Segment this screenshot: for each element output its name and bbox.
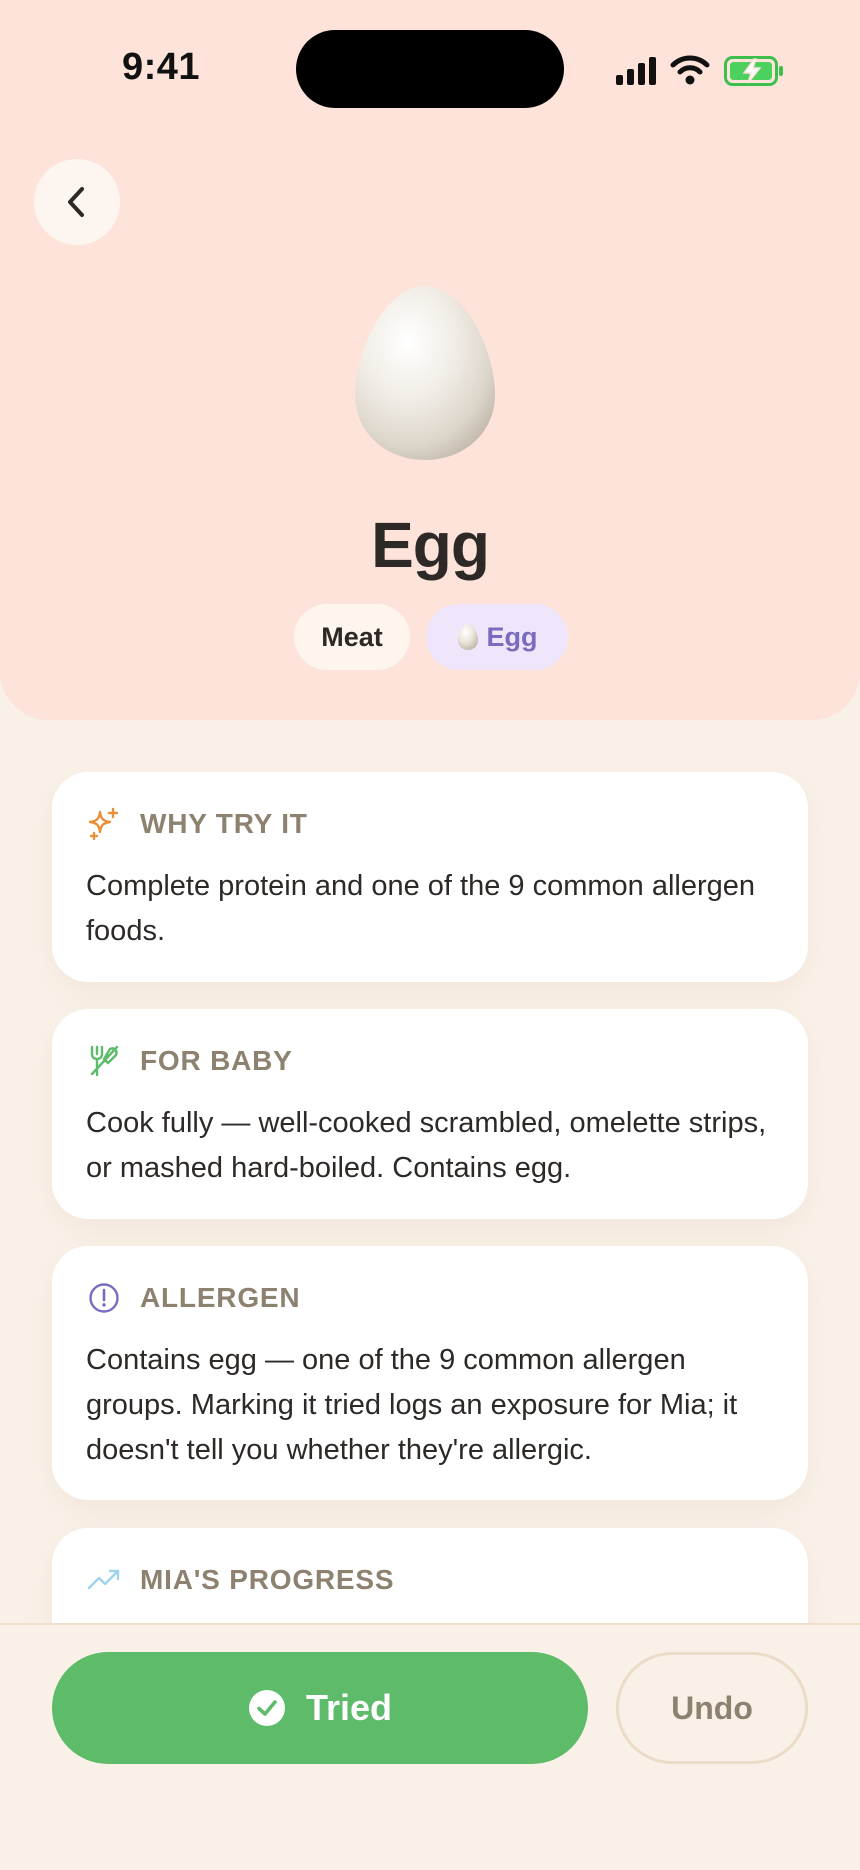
back-button[interactable] [34, 159, 120, 245]
cellular-signal-icon [616, 57, 656, 85]
allergen-card: ALLERGEN Contains egg — one of the 9 com… [52, 1246, 808, 1500]
allergen-chip-egg[interactable]: Egg [426, 604, 568, 670]
chip-label: Meat [321, 621, 383, 652]
check-circle-icon [248, 1690, 285, 1726]
undo-button[interactable]: Undo [616, 1652, 808, 1764]
battery-charging-icon [724, 56, 783, 86]
sparkles-icon [88, 807, 119, 841]
wifi-icon [670, 55, 710, 85]
status-bar: 9:41 [0, 0, 860, 140]
bottom-action-bar: Tried Undo [0, 1623, 860, 1870]
egg-icon [355, 286, 495, 460]
category-chip-meat[interactable]: Meat [294, 604, 410, 670]
card-text: Contains egg — one of the 9 common aller… [86, 1344, 738, 1466]
why-try-it-card: WHY TRY IT Complete protein and one of t… [52, 772, 808, 982]
status-time: 9:41 [122, 46, 201, 88]
utensils-icon [90, 1045, 119, 1077]
alert-circle-icon [89, 1283, 119, 1313]
hero-header: 9:41 Egg Meat Egg [0, 0, 860, 720]
chevron-left-icon [68, 187, 84, 217]
for-baby-card: FOR BABY Cook fully — well-cooked scramb… [52, 1009, 808, 1219]
card-title: WHY TRY IT [140, 808, 308, 839]
food-title: Egg [371, 509, 490, 581]
trending-up-icon [87, 1569, 120, 1590]
card-title: ALLERGEN [140, 1282, 301, 1313]
chip-label: Egg [486, 621, 538, 652]
egg-icon [457, 624, 478, 650]
dynamic-island [296, 30, 564, 108]
card-text: Cook fully — well-cooked scrambled, omel… [86, 1107, 767, 1184]
card-title: FOR BABY [140, 1045, 293, 1076]
tried-label: Tried [305, 1687, 393, 1728]
card-text: Complete protein and one of the 9 common… [86, 870, 756, 947]
category-chips: Meat Egg [0, 604, 860, 670]
undo-label: Undo [671, 1689, 753, 1726]
card-title: MIA'S PROGRESS [140, 1564, 395, 1595]
tried-button[interactable]: Tried [52, 1652, 588, 1764]
